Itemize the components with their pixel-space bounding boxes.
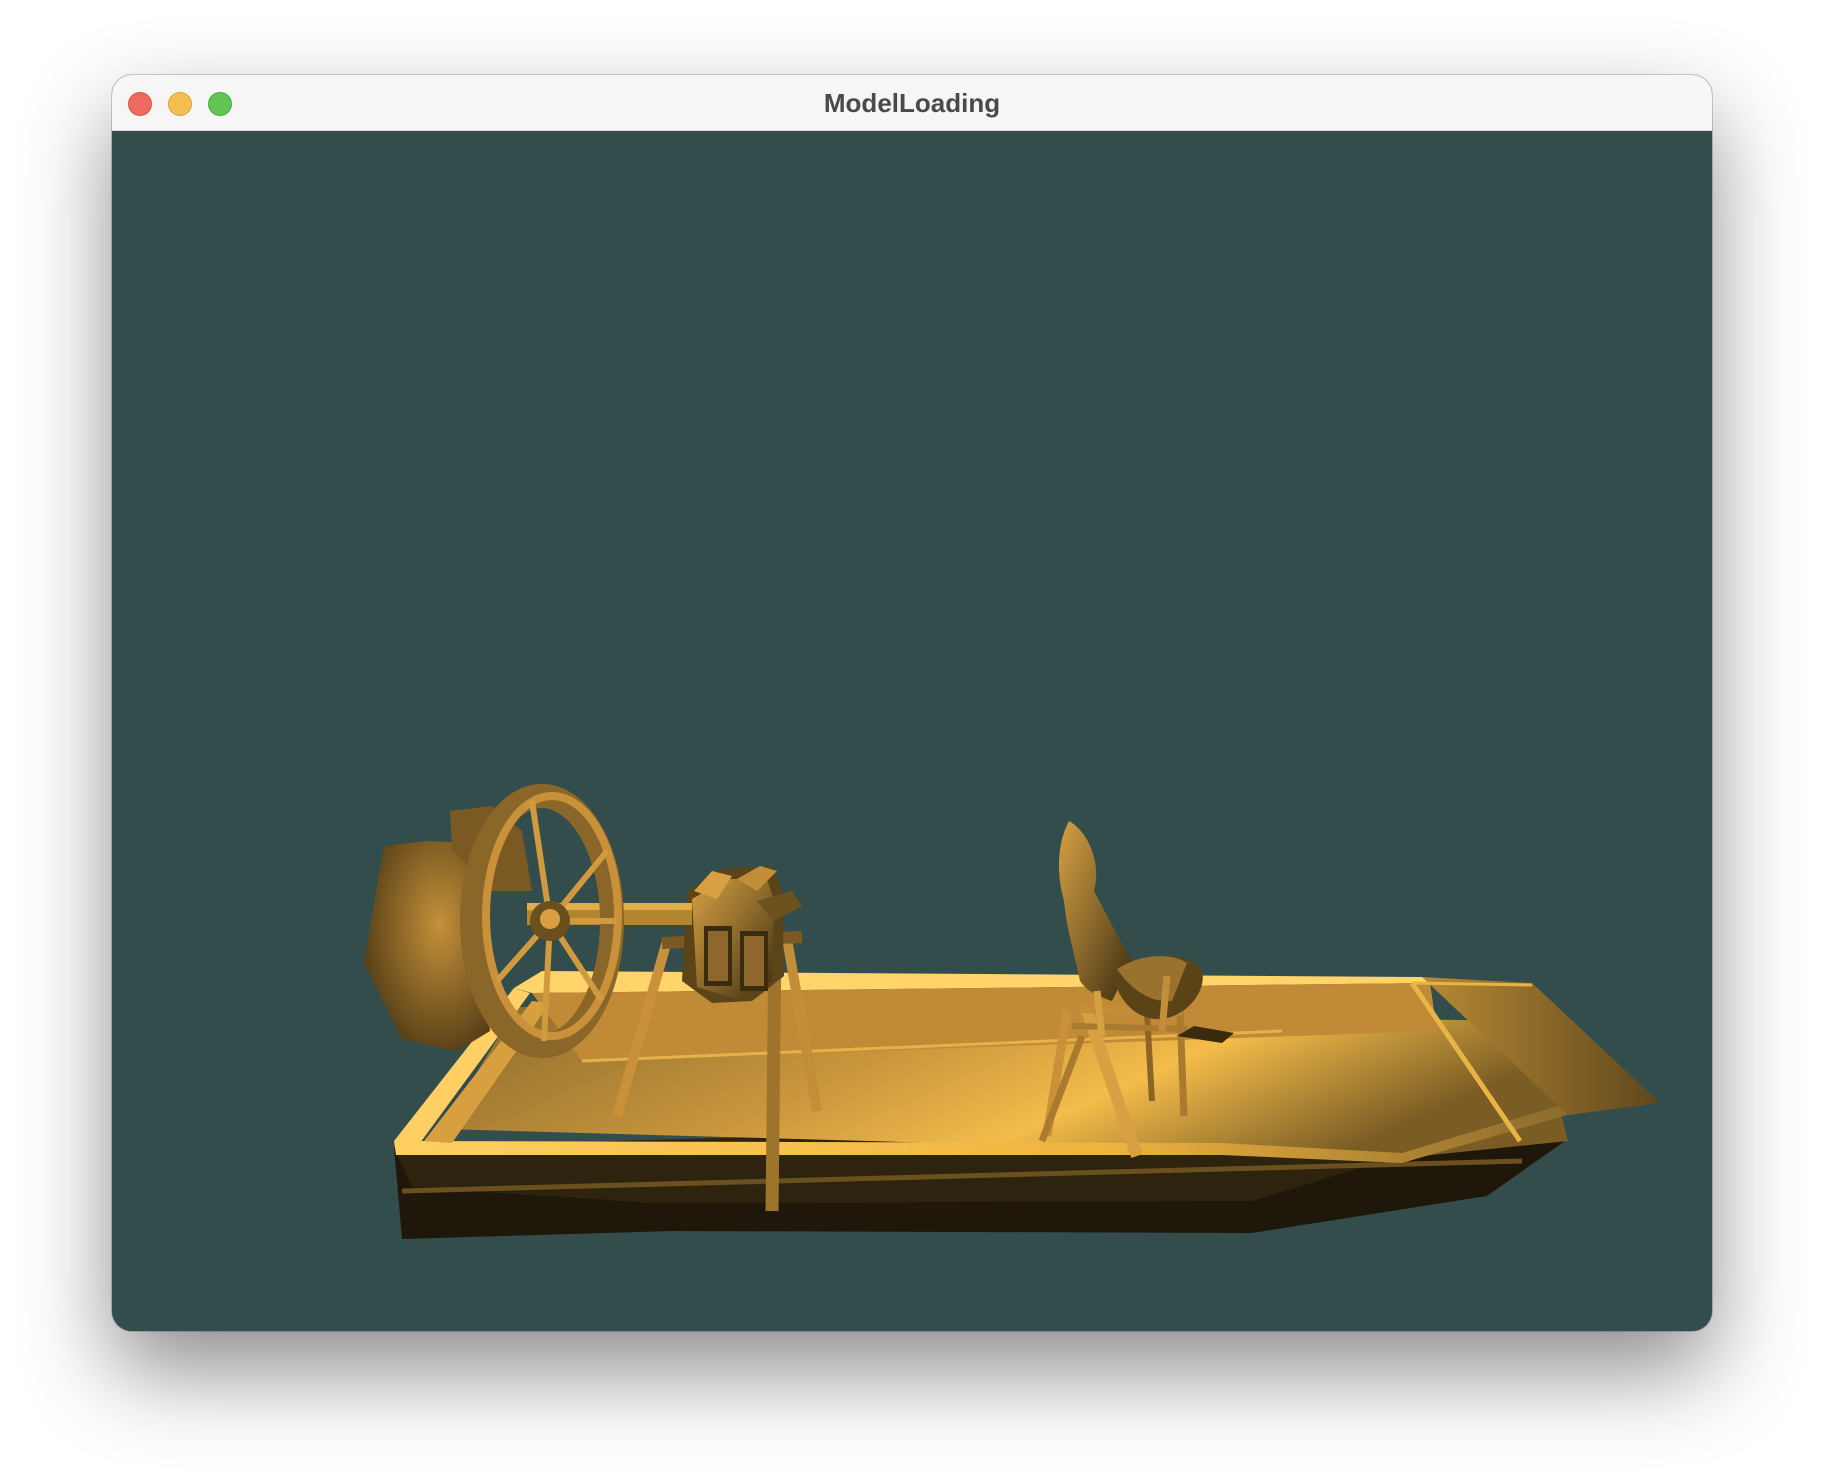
render-viewport[interactable]	[112, 131, 1712, 1331]
title-bar[interactable]: ModelLoading	[112, 75, 1712, 131]
app-window: ModelLoading	[112, 75, 1712, 1331]
propeller-cage	[364, 784, 624, 1058]
model-render	[364, 784, 1660, 1239]
window-title: ModelLoading	[823, 88, 1001, 118]
